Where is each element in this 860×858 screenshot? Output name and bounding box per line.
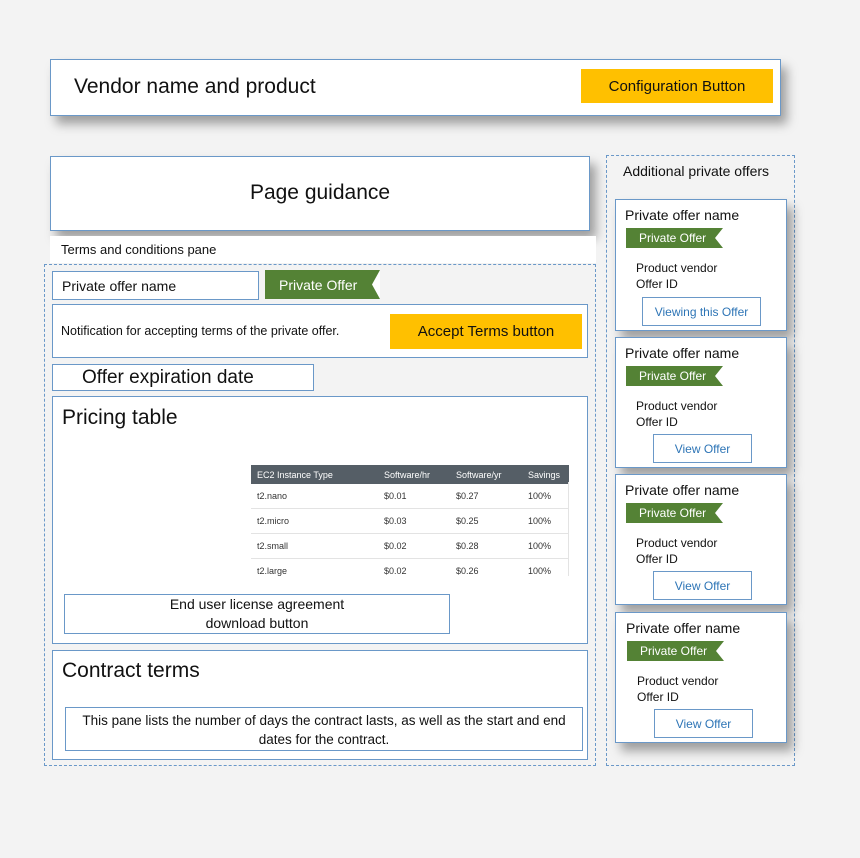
offer-name-box: Private offer name (52, 271, 259, 300)
column-header: Software/yr (450, 465, 522, 484)
table-cell: $0.27 (450, 484, 522, 509)
notification-text: Notification for accepting terms of the … (61, 324, 340, 338)
card-product-vendor: Product vendor (636, 261, 718, 275)
table-right-edge (568, 482, 569, 576)
offer-name: Private offer name (62, 278, 177, 294)
offer-badge-frame: Private Offer (265, 270, 380, 299)
eula-label-line2: download button (205, 615, 309, 631)
table-cell: t2.micro (251, 508, 378, 534)
terms-pane-header: Terms and conditions pane (50, 236, 596, 263)
card-product-vendor: Product vendor (636, 536, 718, 550)
column-header: Software/hr (378, 465, 450, 484)
private-offer-badge: Private Offer (265, 270, 380, 299)
pricing-table-header-row: EC2 Instance Type Software/hr Software/y… (251, 465, 569, 484)
table-row: t2.small $0.02 $0.28 100% (251, 533, 569, 559)
card-private-offer-badge: Private Offer (626, 228, 723, 248)
column-header: Savings (522, 465, 569, 484)
offer-expiration-date: Offer expiration date (82, 367, 254, 388)
table-cell: t2.nano (251, 484, 378, 509)
eula-label-line1: End user license agreement (169, 596, 345, 612)
notification-pane: Notification for accepting terms of the … (52, 304, 588, 358)
view-offer-button[interactable]: View Offer (653, 434, 752, 463)
table-cell: t2.large (257, 566, 288, 576)
card-offer-name: Private offer name (625, 482, 740, 498)
page-guidance-pane: Page guidance (50, 156, 590, 231)
table-cell: 100% (522, 508, 569, 534)
table-cell: $0.02 (384, 566, 407, 576)
card-offer-id: Offer ID (636, 415, 678, 429)
offer-card: Private offer name Private Offer Product… (615, 199, 787, 331)
table-cell: $0.28 (450, 533, 522, 559)
card-offer-id: Offer ID (636, 277, 678, 291)
table-row: t2.micro $0.03 $0.25 100% (251, 508, 569, 534)
sidebar-title: Additional private offers (623, 163, 770, 179)
table-cell: $0.25 (450, 508, 522, 534)
offer-expiration-box: Offer expiration date (52, 364, 314, 391)
contract-description-box: This pane lists the number of days the c… (65, 707, 583, 751)
card-private-offer-badge: Private Offer (627, 641, 724, 661)
contract-description: This pane lists the number of days the c… (82, 713, 566, 747)
card-product-vendor: Product vendor (637, 674, 719, 688)
terms-pane-label: Terms and conditions pane (61, 242, 217, 257)
offer-card: Private offer name Private Offer Product… (615, 474, 787, 605)
pricing-table-title: Pricing table (62, 406, 178, 429)
view-offer-button[interactable]: View Offer (654, 709, 753, 738)
table-cell: $0.02 (378, 533, 450, 559)
contract-terms-title: Contract terms (62, 659, 200, 682)
card-private-offer-badge: Private Offer (626, 503, 723, 523)
page-guidance-label: Page guidance (249, 181, 391, 204)
card-offer-name: Private offer name (626, 620, 741, 636)
eula-download-button[interactable]: End user license agreement download butt… (64, 594, 450, 634)
table-cell: 100% (522, 533, 569, 559)
table-cell: $0.26 (456, 566, 479, 576)
card-offer-id: Offer ID (636, 552, 678, 566)
accept-terms-button[interactable]: Accept Terms button (390, 314, 582, 349)
card-private-offer-badge: Private Offer (626, 366, 723, 386)
column-header: EC2 Instance Type (251, 465, 378, 484)
card-offer-name: Private offer name (625, 207, 740, 223)
pricing-table: EC2 Instance Type Software/hr Software/y… (251, 465, 569, 583)
table-row: t2.nano $0.01 $0.27 100% (251, 484, 569, 509)
viewing-offer-button[interactable]: Viewing this Offer (642, 297, 761, 326)
card-offer-name: Private offer name (625, 345, 740, 361)
table-cell: $0.03 (378, 508, 450, 534)
card-offer-id: Offer ID (637, 690, 679, 704)
vendor-product-title: Vendor name and product (74, 75, 316, 98)
configuration-button[interactable]: Configuration Button (581, 69, 773, 103)
header-bar: Vendor name and product Configuration Bu… (50, 59, 781, 116)
view-offer-button[interactable]: View Offer (653, 571, 752, 600)
table-row: t2.large $0.02 $0.26 100% (251, 559, 569, 584)
contract-terms-pane: Contract terms This pane lists the numbe… (52, 650, 588, 760)
table-cell: 100% (522, 484, 569, 509)
offer-card: Private offer name Private Offer Product… (615, 337, 787, 468)
offer-card: Private offer name Private Offer Product… (615, 612, 787, 743)
table-cell: 100% (528, 566, 552, 576)
table-cell: $0.01 (378, 484, 450, 509)
table-cell: t2.small (251, 533, 378, 559)
card-product-vendor: Product vendor (636, 399, 718, 413)
pricing-table-pane: Pricing table EC2 Instance Type Software… (52, 396, 588, 644)
